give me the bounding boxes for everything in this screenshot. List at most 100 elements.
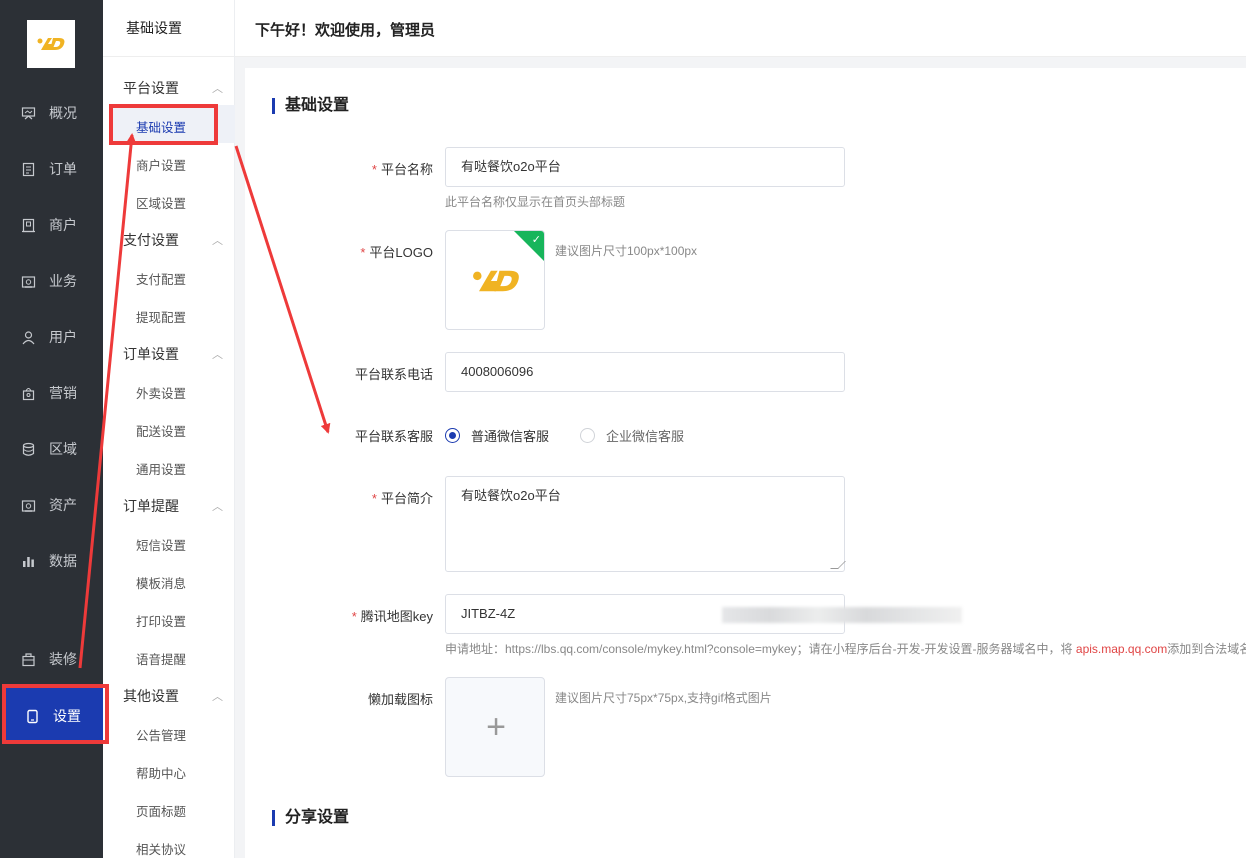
tablet-icon: [24, 708, 40, 724]
submenu-item-basic[interactable]: 基础设置: [136, 117, 186, 136]
submenu-item-region[interactable]: 区域设置: [136, 193, 186, 212]
yd-logo-icon: [37, 38, 65, 50]
submenu-item-voice[interactable]: 语音提醒: [136, 649, 186, 668]
intro-label: * 平台简介: [253, 488, 433, 507]
submenu-item-template[interactable]: 模板消息: [136, 573, 186, 592]
service-radio-group: 普通微信客服 企业微信客服: [445, 426, 715, 445]
submenu-item-sms[interactable]: 短信设置: [136, 535, 186, 554]
required-mark: *: [371, 162, 377, 177]
submenu-item-merchant[interactable]: 商户设置: [136, 155, 186, 174]
nav-item-assets[interactable]: 资产: [0, 477, 103, 533]
hint-text: 添加到合法域名: [1167, 642, 1246, 656]
submenu-item-takeout[interactable]: 外卖设置: [136, 383, 186, 402]
required-mark: *: [371, 491, 377, 506]
greeting-text: 下午好！欢迎使用，管理员: [255, 22, 436, 39]
nav-item-data[interactable]: 数据: [0, 533, 103, 589]
group-payment[interactable]: 支付设置 ︿: [123, 230, 223, 250]
chevron-up-icon: ︿: [212, 691, 223, 703]
radio-label: 企业微信客服: [606, 429, 685, 444]
map-key-label: * 腾讯地图key: [253, 606, 433, 625]
nav-item-merchants[interactable]: 商户: [0, 197, 103, 253]
nav-label: 订单: [49, 161, 77, 177]
platform-name-input[interactable]: 有哒餐饮o2o平台: [445, 147, 845, 187]
hint-text: 申请地址：https://lbs.qq.com/console/mykey.ht…: [445, 642, 1076, 656]
group-order[interactable]: 订单设置 ︿: [123, 344, 223, 364]
presentation-icon: [20, 105, 36, 121]
submenu-item-print[interactable]: 打印设置: [136, 611, 186, 630]
nav-item-marketing[interactable]: 营销: [0, 365, 103, 421]
document-icon: [20, 161, 36, 177]
group-other[interactable]: 其他设置 ︿: [123, 686, 223, 706]
submenu-item-agreement[interactable]: 相关协议: [136, 839, 186, 858]
nav-label: 装修: [49, 651, 77, 667]
nav-label: 设置: [53, 708, 81, 724]
nav-label: 概况: [49, 105, 77, 121]
label-text: 平台简介: [380, 491, 433, 506]
settings-submenu: 基础设置 平台设置 ︿ 基础设置 商户设置 区域设置 支付设置 ︿ 支付配置 提现配…: [103, 0, 235, 858]
label-text: 平台名称: [380, 162, 433, 177]
nav-item-business[interactable]: 业务: [0, 253, 103, 309]
submenu-item-withdraw[interactable]: 提现配置: [136, 307, 186, 326]
submenu-item-help[interactable]: 帮助中心: [136, 763, 186, 782]
settings-form-card: 基础设置 * 平台名称 有哒餐饮o2o平台 此平台名称仅显示在首页头部标题 * 平台…: [245, 68, 1246, 858]
nav-item-region[interactable]: 区域: [0, 421, 103, 477]
group-label: 订单提醒: [123, 498, 179, 514]
yd-logo-icon: [473, 270, 519, 292]
intro-textarea[interactable]: 有哒餐饮o2o平台: [445, 476, 846, 572]
submenu-item-general[interactable]: 通用设置: [136, 459, 186, 478]
submenu-item-notice[interactable]: 公告管理: [136, 725, 186, 744]
required-mark: *: [351, 609, 357, 624]
top-header: 下午好！欢迎使用，管理员: [235, 0, 1246, 57]
group-label: 平台设置: [123, 80, 179, 96]
chevron-up-icon: ︿: [212, 235, 223, 247]
map-key-input[interactable]: JITBZ-4Z: [445, 594, 962, 634]
radio-wechat-normal[interactable]: 普通微信客服: [445, 426, 549, 445]
phone-input[interactable]: 4008006096: [445, 352, 845, 392]
platform-logo-label: * 平台LOGO: [253, 242, 433, 261]
map-key-value: JITBZ-4Z: [461, 606, 516, 621]
nav-label: 区域: [49, 441, 77, 457]
nav-label: 用户: [49, 329, 77, 345]
section-title-share: 分享设置: [272, 810, 349, 826]
radio-unchecked-icon[interactable]: [580, 428, 596, 443]
platform-logo-upload[interactable]: ✓: [445, 230, 545, 330]
app-logo[interactable]: [27, 20, 75, 68]
nav-item-decoration[interactable]: 装修: [0, 631, 103, 687]
user-icon: [20, 329, 36, 345]
group-label: 支付设置: [123, 232, 179, 248]
database-icon: [20, 441, 36, 457]
lazy-icon-label: 懒加载图标: [367, 692, 433, 707]
platform-name-hint: 此平台名称仅显示在首页头部标题: [445, 195, 626, 209]
radio-checked-icon[interactable]: [445, 428, 460, 443]
redacted-blur: [722, 607, 962, 623]
map-key-hint: 申请地址：https://lbs.qq.com/console/mykey.ht…: [445, 640, 1246, 657]
lazy-icon-upload[interactable]: +: [445, 677, 545, 777]
radio-wechat-enterprise[interactable]: 企业微信客服: [580, 426, 684, 445]
group-platform[interactable]: 平台设置 ︿: [123, 78, 223, 98]
platform-name-label: * 平台名称: [253, 159, 433, 178]
group-label: 其他设置: [123, 688, 179, 704]
nav-label: 资产: [49, 497, 77, 513]
nav-item-overview[interactable]: 概况: [0, 85, 103, 141]
nav-label: 营销: [49, 385, 77, 401]
submenu-title: 基础设置: [103, 0, 234, 57]
chevron-up-icon: ︿: [212, 349, 223, 361]
nav-item-orders[interactable]: 订单: [0, 141, 103, 197]
wallet-icon: [20, 497, 36, 513]
group-order-reminder[interactable]: 订单提醒 ︿: [123, 496, 223, 516]
submenu-item-pay-config[interactable]: 支付配置: [136, 269, 186, 288]
resize-handle-icon[interactable]: [830, 561, 846, 569]
nav-item-settings[interactable]: 设置: [4, 688, 106, 744]
submenu-item-delivery[interactable]: 配送设置: [136, 421, 186, 440]
shop-icon: [20, 217, 36, 233]
nav-label: 业务: [49, 273, 77, 289]
main-nav: 概况 订单 商户 业务 用户 营销 区域 资产 数据 装修 设置: [0, 0, 106, 858]
group-label: 订单设置: [123, 346, 179, 362]
nav-item-users[interactable]: 用户: [0, 309, 103, 365]
bag-icon: [20, 651, 36, 667]
bar-chart-icon: [20, 553, 36, 569]
section-title-basic: 基础设置: [272, 98, 349, 114]
submenu-item-page-title[interactable]: 页面标题: [136, 801, 186, 820]
gift-icon: [20, 385, 36, 401]
platform-logo-hint: 建议图片尺寸100px*100px: [555, 244, 698, 258]
